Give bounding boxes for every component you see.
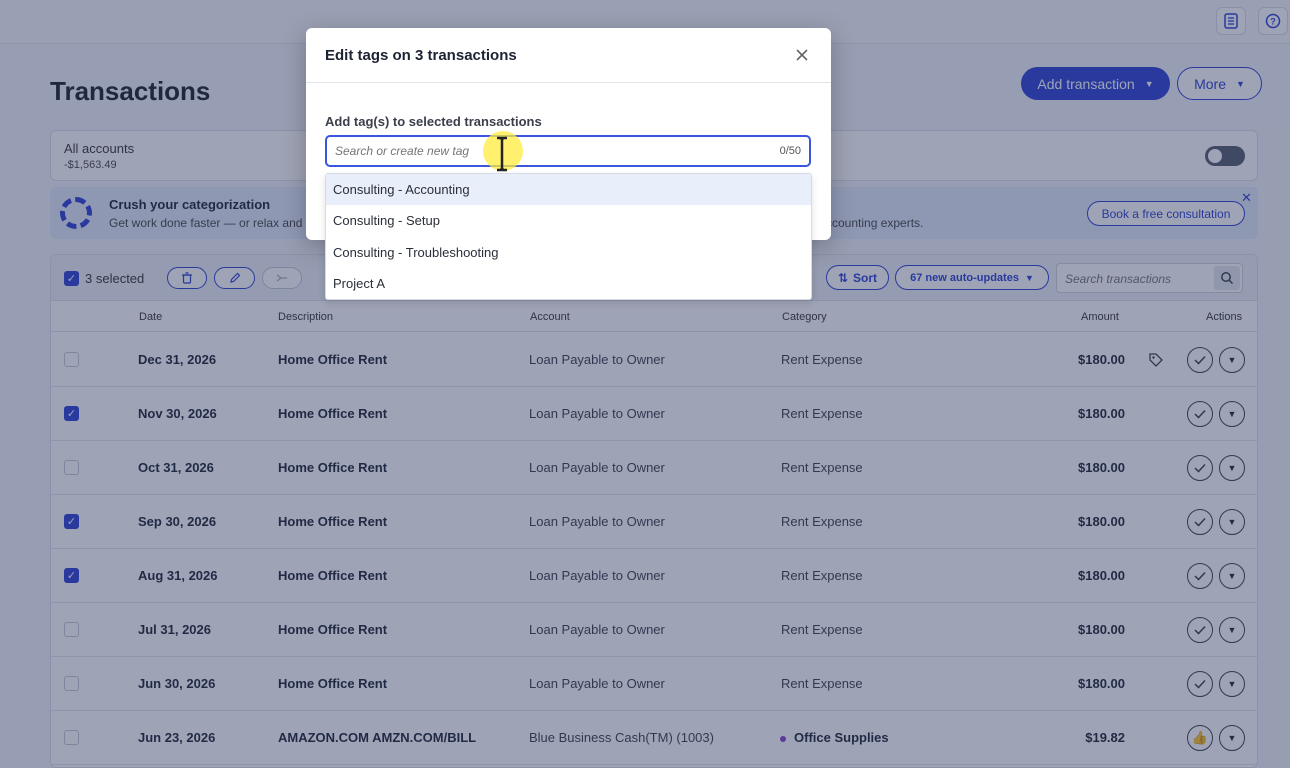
tag-option[interactable]: Consulting - Accounting [326, 174, 811, 205]
tag-option[interactable]: Consulting - Setup [326, 205, 811, 236]
text-cursor-icon [497, 136, 507, 172]
modal-header: Edit tags on 3 transactions [306, 28, 831, 83]
tag-field-label: Add tag(s) to selected transactions [325, 114, 542, 129]
tag-search-input[interactable] [335, 142, 715, 160]
tag-input-box: 0/50 [325, 135, 811, 167]
close-icon[interactable] [792, 45, 812, 65]
tag-option[interactable]: Consulting - Troubleshooting [326, 237, 811, 268]
tag-options-dropdown: Consulting - Accounting Consulting - Set… [325, 173, 812, 300]
tag-counter: 0/50 [779, 145, 801, 157]
modal-title: Edit tags on 3 transactions [325, 47, 517, 64]
tag-option[interactable]: Project A [326, 268, 811, 299]
